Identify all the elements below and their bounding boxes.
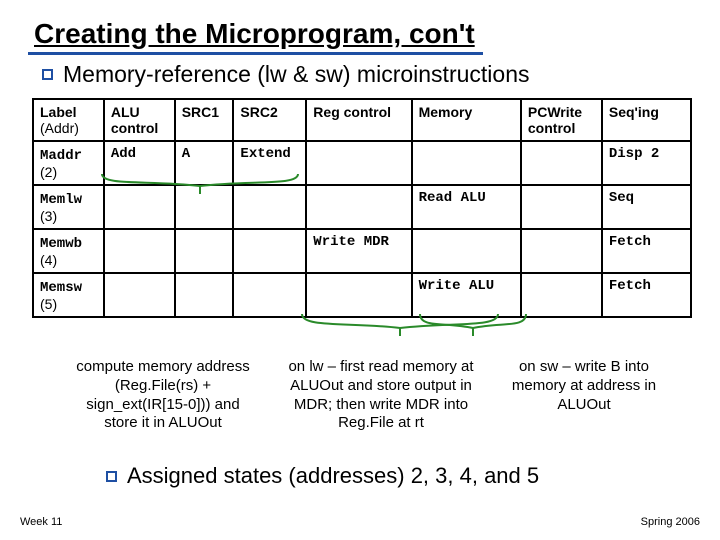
note-on-lw: on lw – first read memory at ALUOut and … [286, 358, 476, 433]
table-row: Memsw(5) Write ALU Fetch [33, 273, 691, 317]
col-alu: ALU control [104, 99, 175, 141]
col-src1: SRC1 [175, 99, 234, 141]
table-row: Maddr(2) Add A Extend Disp 2 [33, 141, 691, 185]
col-label: Label (Addr) [33, 99, 104, 141]
col-pcw: PCWrite control [521, 99, 602, 141]
note-on-sw: on sw – write B into memory at address i… [504, 358, 664, 433]
table-row: Memlw(3) Read ALU Seq [33, 185, 691, 229]
slide-title: Creating the Microprogram, con't [28, 18, 483, 55]
microinstruction-table: Label (Addr) ALU control SRC1 SRC2 Reg c… [32, 98, 692, 318]
bullet-icon [42, 69, 53, 80]
assigned-row: Assigned states (addresses) 2, 3, 4, and… [28, 463, 692, 489]
footer-week: Week 11 [20, 516, 62, 528]
col-reg: Reg control [306, 99, 411, 141]
col-seq: Seq'ing [602, 99, 691, 141]
bullet-icon [106, 471, 117, 482]
table-row: Memwb(4) Write MDR Fetch [33, 229, 691, 273]
note-compute-address: compute memory address (Reg.File(rs) + s… [68, 358, 258, 433]
subtitle-row: Memory-reference (lw & sw) microinstruct… [28, 61, 692, 88]
assigned-text: Assigned states (addresses) 2, 3, 4, and… [127, 463, 539, 489]
annotation-notes: compute memory address (Reg.File(rs) + s… [68, 358, 692, 433]
footer-term: Spring 2006 [641, 516, 700, 528]
subtitle: Memory-reference (lw & sw) microinstruct… [63, 61, 529, 88]
table-header-row: Label (Addr) ALU control SRC1 SRC2 Reg c… [33, 99, 691, 141]
col-mem: Memory [412, 99, 521, 141]
col-src2: SRC2 [233, 99, 306, 141]
